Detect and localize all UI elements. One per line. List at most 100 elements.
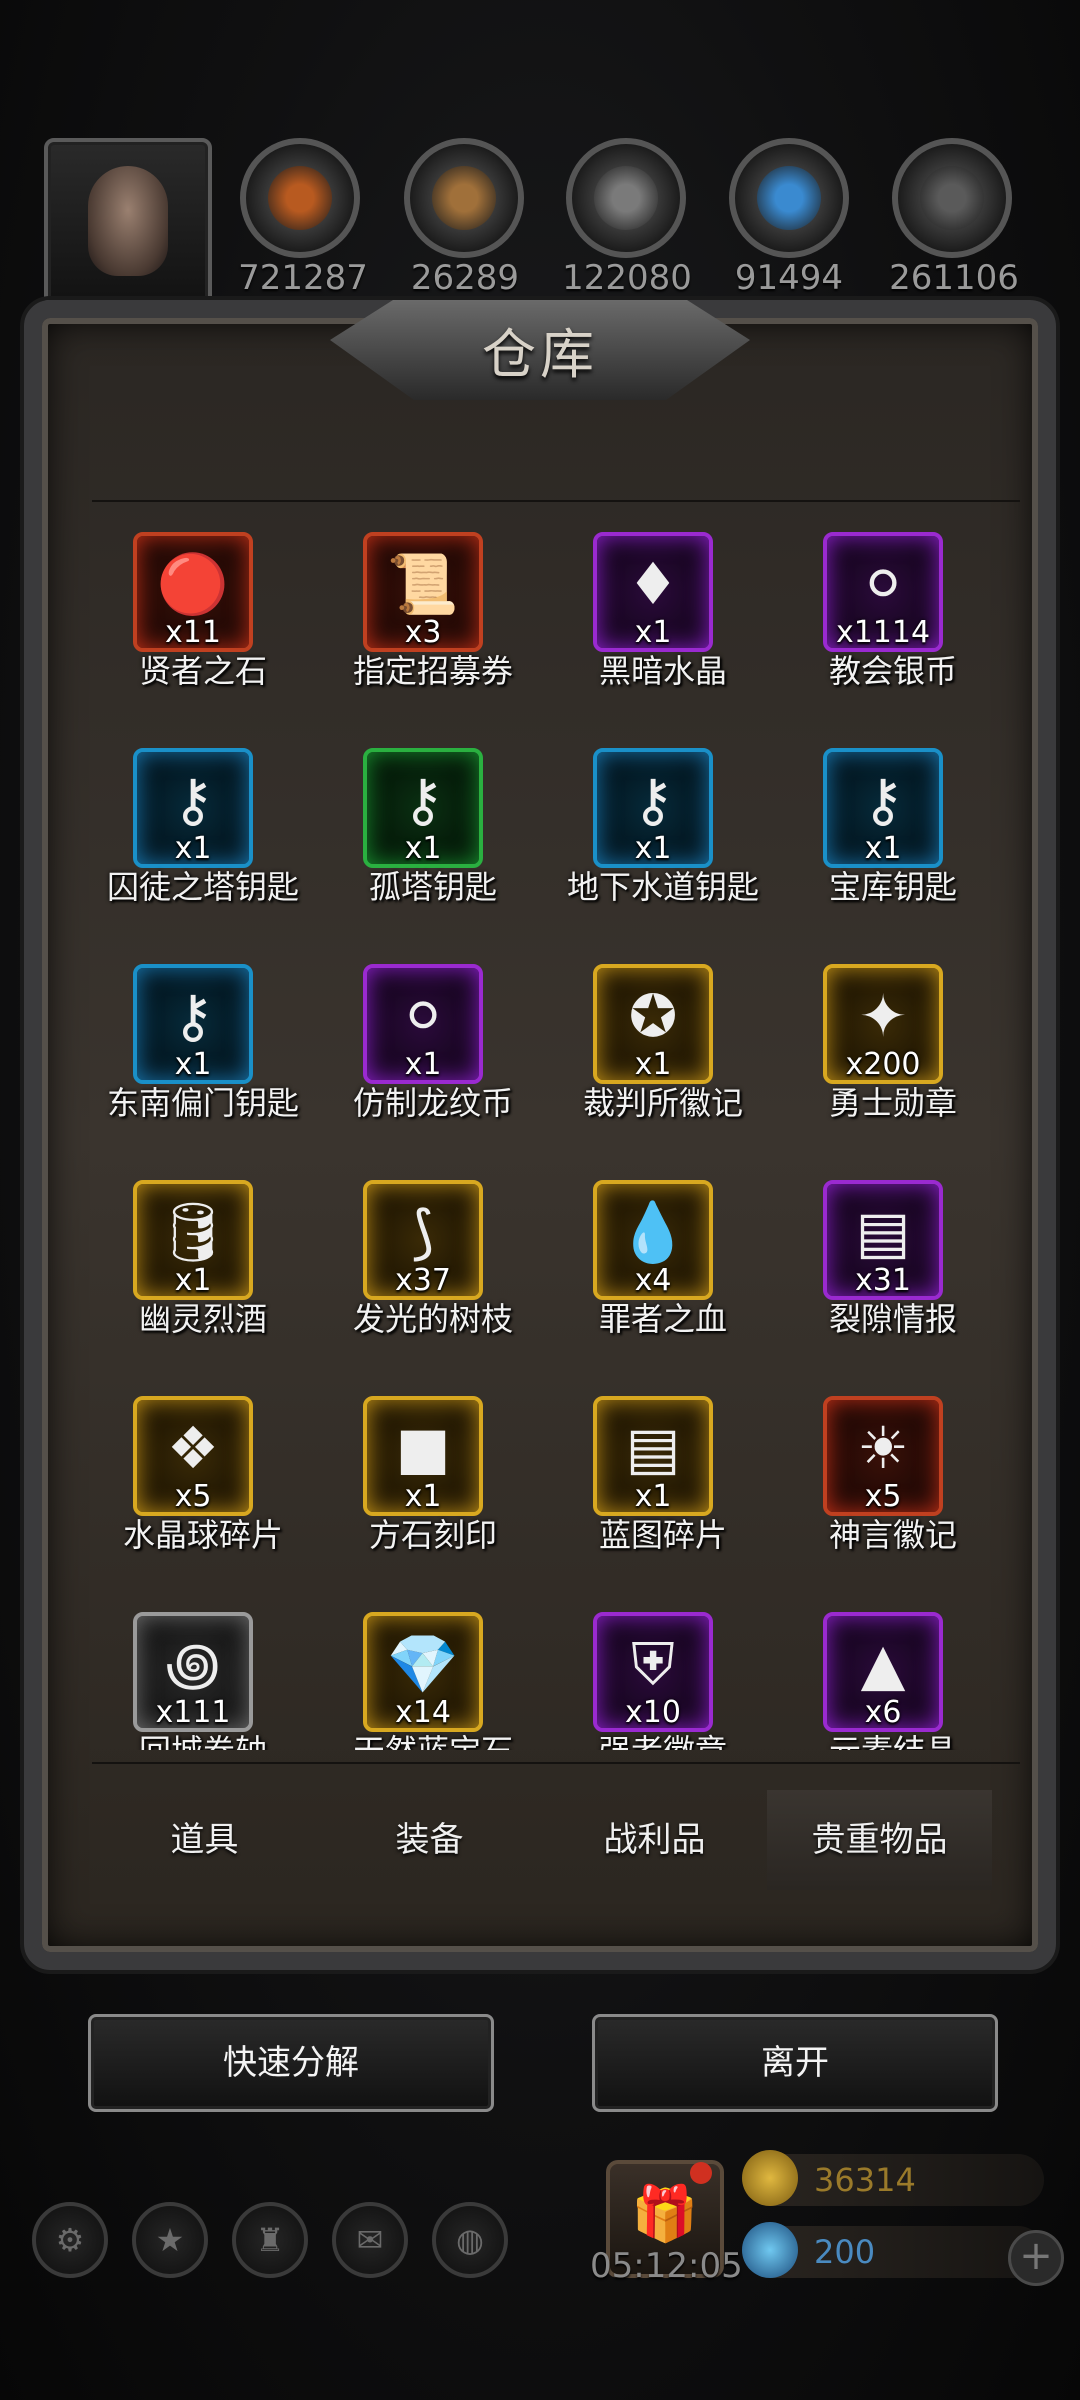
leave-button[interactable]: 离开 bbox=[592, 2014, 998, 2112]
crystal-shard-icon: ❖ bbox=[167, 1414, 219, 1482]
tabs-divider bbox=[92, 1762, 1020, 1764]
item-slot[interactable]: ⚷ x1 bbox=[593, 748, 713, 868]
item-quantity: x200 bbox=[845, 1047, 921, 1082]
tab-1[interactable]: 装备 bbox=[317, 1790, 542, 1890]
item-slot[interactable]: ■ x1 bbox=[363, 1396, 483, 1516]
category-tabs: 道具 装备 战利品 贵重物品 bbox=[92, 1790, 992, 1890]
inventory-item[interactable]: ⚪ x1 仿制龙纹币 bbox=[320, 952, 546, 1152]
item-quantity: x37 bbox=[395, 1263, 451, 1298]
inventory-item[interactable]: ❖ x5 水晶球碎片 bbox=[90, 1384, 316, 1584]
item-slot[interactable]: ⚪ x1114 bbox=[823, 532, 943, 652]
parchment-icon: ▤ bbox=[855, 1198, 911, 1266]
item-slot[interactable]: ⚷ x1 bbox=[133, 964, 253, 1084]
item-quantity: x1114 bbox=[835, 615, 931, 650]
inventory-item[interactable]: ▤ x31 裂隙情报 bbox=[780, 1168, 990, 1368]
star-icon[interactable]: ★ bbox=[132, 2202, 208, 2278]
globe-icon[interactable]: ◍ bbox=[432, 2202, 508, 2278]
inventory-item[interactable]: 💧 x4 罪者之血 bbox=[550, 1168, 776, 1368]
item-label: 强者徽章 bbox=[530, 1726, 796, 1750]
key-icon: ⚷ bbox=[171, 766, 215, 834]
item-slot[interactable]: ✪ x1 bbox=[593, 964, 713, 1084]
item-slot[interactable]: ꩜ x111 bbox=[133, 1612, 253, 1732]
key-icon: ⚷ bbox=[861, 766, 905, 834]
item-slot[interactable]: ⚷ x1 bbox=[133, 748, 253, 868]
gold-currency: 36314 bbox=[742, 2150, 1044, 2206]
item-slot[interactable]: 🛢 x1 bbox=[133, 1180, 253, 1300]
inventory-item[interactable]: 💎x14天然蓝宝石 bbox=[320, 1600, 546, 1750]
item-slot[interactable]: ▤ x31 bbox=[823, 1180, 943, 1300]
item-quantity: x11 bbox=[165, 615, 221, 650]
item-slot[interactable]: ⚪ x1 bbox=[363, 964, 483, 1084]
item-slot[interactable]: ✦ x200 bbox=[823, 964, 943, 1084]
item-label: 元素结晶 bbox=[760, 1726, 990, 1750]
item-slot[interactable]: ❖ x5 bbox=[133, 1396, 253, 1516]
crystal-icon bbox=[757, 166, 821, 230]
mail-icon[interactable]: ✉ bbox=[332, 2202, 408, 2278]
inventory-item[interactable]: ☀ x5 神言徽记 bbox=[780, 1384, 990, 1584]
item-label: 指定招募券 bbox=[352, 652, 513, 690]
gem-value: 200 bbox=[814, 2233, 876, 2271]
item-slot[interactable]: ☀ x5 bbox=[823, 1396, 943, 1516]
inventory-item[interactable]: 📜 x3 指定招募券 bbox=[320, 520, 546, 720]
inventory-item[interactable]: ⚷ x1 东南偏门钥匙 bbox=[90, 952, 316, 1152]
settings-icon[interactable]: ⚙ bbox=[32, 2202, 108, 2278]
item-label: 方石刻印 bbox=[368, 1516, 497, 1554]
inventory-item[interactable]: 🔴 x11 贤者之石 bbox=[90, 520, 316, 720]
inventory-item[interactable]: ■ x1 方石刻印 bbox=[320, 1384, 546, 1584]
item-slot[interactable]: ⚷ x1 bbox=[823, 748, 943, 868]
item-slot[interactable]: 📜 x3 bbox=[363, 532, 483, 652]
iron-resource-icon[interactable] bbox=[892, 138, 1012, 258]
inventory-item[interactable]: ⚪ x1114 教会银币 bbox=[780, 520, 990, 720]
inventory-item[interactable]: ▲x6元素结晶 bbox=[780, 1600, 990, 1750]
inventory-item[interactable]: ✪ x1 裁判所徽记 bbox=[550, 952, 776, 1152]
swirl-icon: ꩜ bbox=[165, 1630, 221, 1698]
inventory-item[interactable]: ⚷ x1 宝库钥匙 bbox=[780, 736, 990, 936]
item-slot[interactable]: ⟆ x37 bbox=[363, 1180, 483, 1300]
inventory-item[interactable]: ⚷ x1 孤塔钥匙 bbox=[320, 736, 546, 936]
item-quantity: x1 bbox=[634, 831, 672, 866]
iron-icon bbox=[920, 166, 984, 230]
item-quantity: x1 bbox=[404, 1479, 442, 1514]
barrel-icon: 🛢 bbox=[156, 1198, 230, 1266]
item-quantity: x14 bbox=[395, 1695, 451, 1730]
item-slot[interactable]: ⚷ x1 bbox=[363, 748, 483, 868]
item-label: 天然蓝宝石 bbox=[300, 1726, 566, 1750]
item-slot[interactable]: ⛨ x10 bbox=[593, 1612, 713, 1732]
item-quantity: x1 bbox=[404, 831, 442, 866]
crystal-value: 91494 bbox=[734, 258, 844, 298]
inventory-item[interactable]: ⛨x10强者徽章 bbox=[550, 1600, 776, 1750]
add-currency-button[interactable]: + bbox=[1008, 2230, 1064, 2286]
iron-value: 261106 bbox=[889, 258, 1019, 298]
inventory-item[interactable]: ⚷ x1 囚徒之塔钥匙 bbox=[90, 736, 316, 936]
item-quantity: x10 bbox=[625, 1695, 681, 1730]
item-slot[interactable]: 💧 x4 bbox=[593, 1180, 713, 1300]
inventory-item[interactable]: ⟆ x37 发光的树枝 bbox=[320, 1168, 546, 1368]
item-slot[interactable]: ▤ x1 bbox=[593, 1396, 713, 1516]
inventory-item[interactable]: ꩜x111回城卷轴 bbox=[90, 1600, 316, 1750]
stone-resource-icon[interactable] bbox=[566, 138, 686, 258]
item-quantity: x111 bbox=[155, 1695, 231, 1730]
crystal-resource-icon[interactable] bbox=[729, 138, 849, 258]
tab-0[interactable]: 道具 bbox=[92, 1790, 317, 1890]
inventory-item[interactable]: ✦ x200 勇士勋章 bbox=[780, 952, 990, 1152]
inventory-item[interactable]: ▤ x1 蓝图碎片 bbox=[550, 1384, 776, 1584]
quick-decompose-button[interactable]: 快速分解 bbox=[88, 2014, 494, 2112]
tab-2[interactable]: 战利品 bbox=[542, 1790, 767, 1890]
tab-3[interactable]: 贵重物品 bbox=[767, 1790, 992, 1890]
food-resource-icon[interactable] bbox=[240, 138, 360, 258]
inventory-item[interactable]: 🛢 x1 幽灵烈酒 bbox=[90, 1168, 316, 1368]
castle-icon[interactable]: ♜ bbox=[232, 2202, 308, 2278]
item-slot[interactable]: 🔴 x11 bbox=[133, 532, 253, 652]
player-avatar[interactable] bbox=[44, 138, 212, 306]
silver-coin-icon: ⚪ bbox=[398, 982, 448, 1050]
item-slot[interactable]: ▲ x6 bbox=[823, 1612, 943, 1732]
item-label: 勇士勋章 bbox=[828, 1084, 957, 1122]
item-slot[interactable]: 💎 x14 bbox=[363, 1612, 483, 1732]
sun-emblem-icon: ☀ bbox=[857, 1414, 909, 1482]
item-slot[interactable]: ♦ x1 bbox=[593, 532, 713, 652]
inventory-item[interactable]: ♦ x1 黑暗水晶 bbox=[550, 520, 776, 720]
wood-resource-icon[interactable] bbox=[404, 138, 524, 258]
item-label: 仿制龙纹币 bbox=[352, 1084, 513, 1122]
item-grid[interactable]: 🔴 x11 贤者之石 📜 x3 指定招募券 ♦ x1 黑暗水晶 ⚪ x1114 教会银币 ⚷ x1 囚徒之塔… bbox=[90, 520, 990, 1750]
inventory-item[interactable]: ⚷ x1 地下水道钥匙 bbox=[550, 736, 776, 936]
